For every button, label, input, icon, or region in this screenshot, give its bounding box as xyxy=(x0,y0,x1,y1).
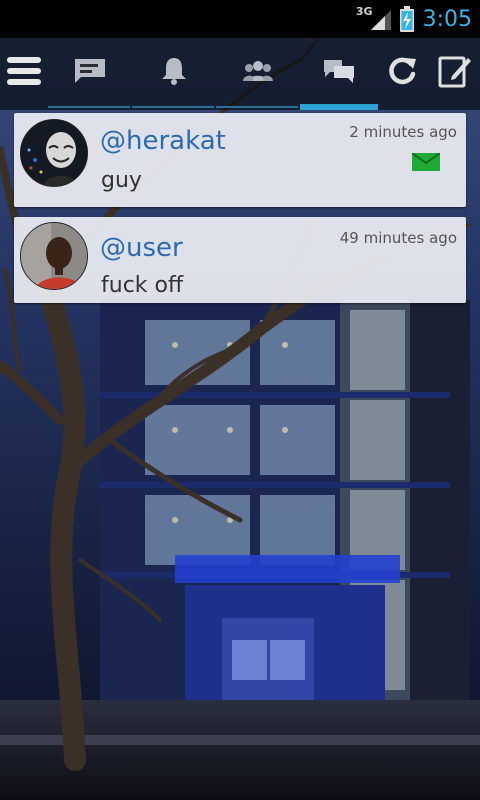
tab-timeline[interactable] xyxy=(48,38,132,104)
tab-messages-indicator xyxy=(300,104,378,110)
status-clock: 3:05 xyxy=(422,6,472,32)
tab-notifications-indicator xyxy=(132,106,214,108)
app-screen: 3G 3:05 @herakat guy 2 minutes ago @user… xyxy=(0,0,480,800)
hamburger-menu-icon[interactable] xyxy=(0,38,48,104)
action-bar xyxy=(0,38,480,110)
timestamp: 2 minutes ago xyxy=(349,123,457,141)
bell-icon xyxy=(162,58,186,85)
masked-face-avatar[interactable] xyxy=(20,119,88,187)
tab-messages[interactable] xyxy=(300,38,378,104)
compose-icon xyxy=(438,56,471,88)
message-text: fuck off xyxy=(101,273,184,298)
notification-card[interactable]: @herakat guy 2 minutes ago xyxy=(14,113,466,207)
network-type-indicator: 3G xyxy=(355,4,373,18)
sender-handle[interactable]: @herakat xyxy=(100,126,226,156)
tab-notifications[interactable] xyxy=(132,38,216,104)
sender-handle[interactable]: @user xyxy=(100,233,183,263)
message-text: guy xyxy=(101,168,142,193)
refresh-icon xyxy=(389,57,416,85)
status-bar: 3G 3:05 xyxy=(0,0,480,38)
envelope-icon xyxy=(412,153,440,171)
people-icon xyxy=(243,61,273,81)
timestamp: 49 minutes ago xyxy=(339,229,457,247)
tab-timeline-indicator xyxy=(48,106,130,108)
chat-bubbles-icon xyxy=(324,60,354,83)
tab-people[interactable] xyxy=(216,38,300,104)
battery-charging-icon xyxy=(399,6,414,32)
refresh-button[interactable] xyxy=(380,38,424,104)
compose-button[interactable] xyxy=(430,38,480,104)
tab-people-indicator xyxy=(216,106,298,108)
person-avatar[interactable] xyxy=(20,222,88,290)
timeline-icon xyxy=(75,59,105,83)
notification-card[interactable]: @user fuck off 49 minutes ago xyxy=(14,217,466,303)
